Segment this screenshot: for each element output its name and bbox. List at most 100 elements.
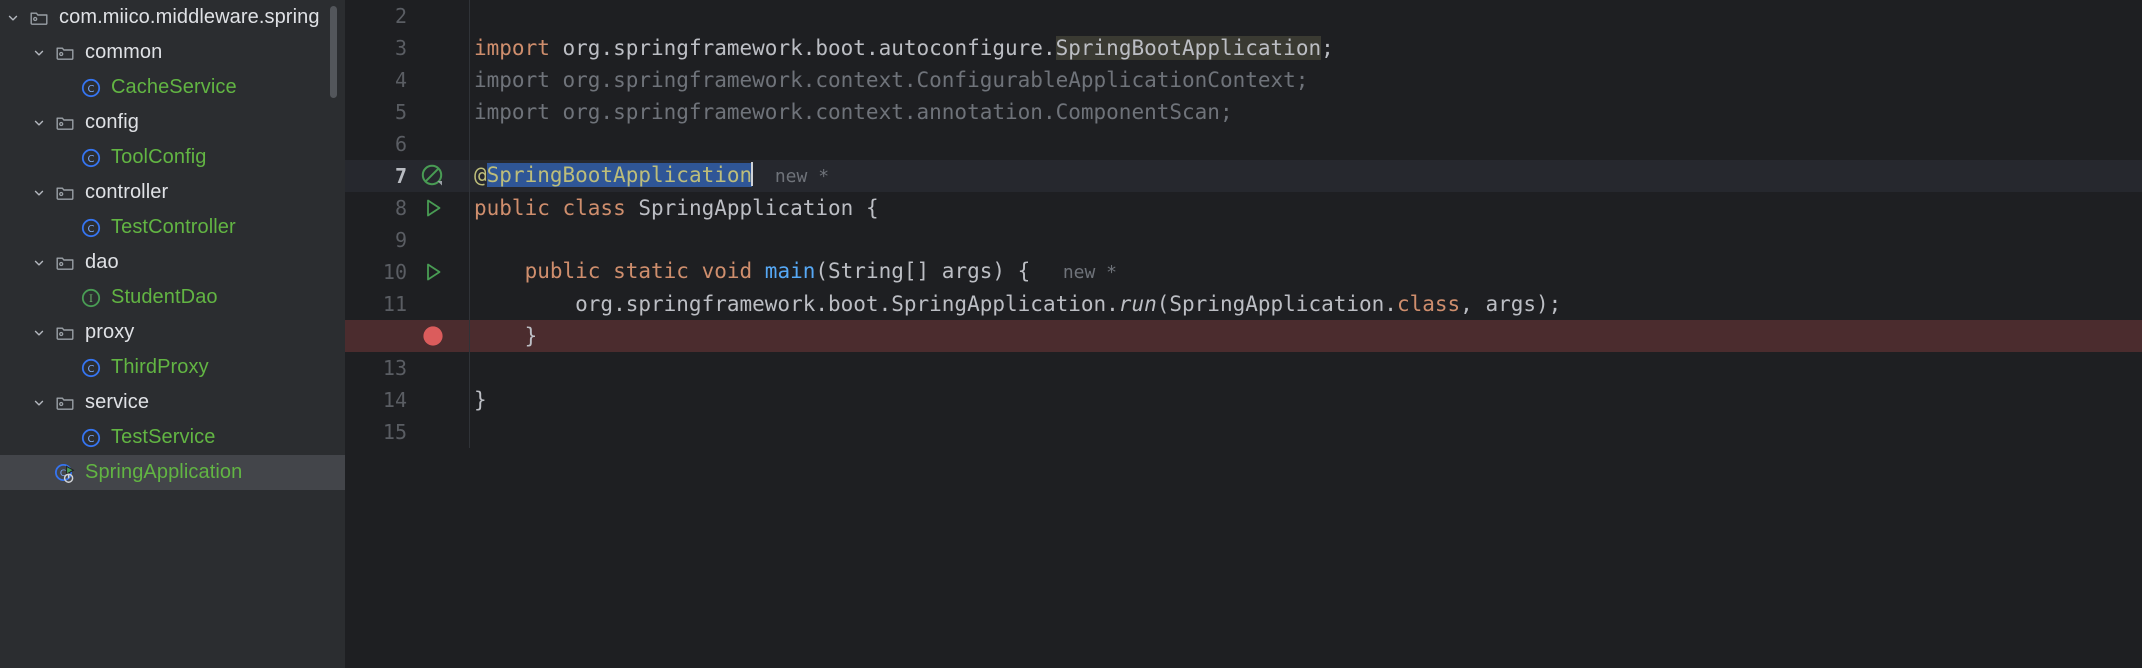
- code-text[interactable]: import org.springframework.context.Confi…: [470, 64, 2142, 96]
- editor-line[interactable]: 8 public class SpringApplication {: [345, 192, 2142, 224]
- editor-gutter[interactable]: 8: [345, 192, 470, 224]
- editor-line[interactable]: 9: [345, 224, 2142, 256]
- code-token: (SpringApplication.: [1156, 292, 1397, 316]
- empty-gutter-icon: [407, 32, 459, 64]
- editor-gutter[interactable]: 6: [345, 128, 470, 160]
- code-token: public static void: [474, 259, 765, 283]
- tree-item-common[interactable]: common: [0, 35, 345, 70]
- editor-gutter[interactable]: 10: [345, 256, 470, 288]
- chevron-down-icon[interactable]: [26, 256, 52, 270]
- java-class-icon: C: [78, 77, 104, 99]
- tree-item-config[interactable]: config: [0, 105, 345, 140]
- chevron-down-icon[interactable]: [0, 11, 26, 25]
- empty-gutter-icon: [407, 288, 459, 320]
- line-number: 10: [382, 260, 407, 284]
- code-text[interactable]: @SpringBootApplication new *: [470, 159, 2142, 193]
- sidebar-vertical-scrollbar[interactable]: [330, 6, 337, 98]
- code-token: (String[] args) {: [815, 259, 1031, 283]
- gutter-separator: [469, 0, 470, 32]
- chevron-down-icon[interactable]: [26, 46, 52, 60]
- chevron-down-icon[interactable]: [26, 116, 52, 130]
- editor-line[interactable]: 10 public static void main(String[] args…: [345, 256, 2142, 288]
- code-token: SpringBootApplication: [1055, 36, 1322, 60]
- editor-line[interactable]: 6: [345, 128, 2142, 160]
- editor-gutter[interactable]: 5: [345, 96, 470, 128]
- code-token: import: [474, 36, 563, 60]
- chevron-down-icon[interactable]: [26, 186, 52, 200]
- editor-line[interactable]: 3 import org.springframework.boot.autocon…: [345, 32, 2142, 64]
- tree-item-thirdproxy[interactable]: C ThirdProxy: [0, 350, 345, 385]
- editor-line[interactable]: }: [345, 320, 2142, 352]
- code-token: run: [1118, 292, 1157, 316]
- tree-item-cacheservice[interactable]: C CacheService: [0, 70, 345, 105]
- chevron-down-icon[interactable]: [26, 326, 52, 340]
- editor-gutter[interactable]: 7: [345, 160, 470, 192]
- code-token: new *: [1030, 262, 1118, 283]
- runnable-class-icon[interactable]: C: [52, 461, 78, 485]
- tree-item-dao[interactable]: dao: [0, 245, 345, 280]
- line-number: 5: [394, 100, 407, 124]
- editor-gutter[interactable]: [345, 320, 470, 352]
- tree-item-testservice[interactable]: C TestService: [0, 420, 345, 455]
- code-token: }: [474, 324, 538, 348]
- code-token: ;: [1321, 36, 1334, 60]
- gutter-separator: [469, 352, 470, 384]
- code-text[interactable]: public static void main(String[] args) {…: [470, 255, 2142, 289]
- code-text[interactable]: import org.springframework.boot.autoconf…: [470, 32, 2142, 64]
- tree-item-com-miico-middleware-spring[interactable]: com.miico.middleware.spring: [0, 0, 345, 35]
- package-folder-icon: [52, 43, 78, 63]
- editor-line[interactable]: 13: [345, 352, 2142, 384]
- run-gutter-icon[interactable]: [407, 256, 459, 288]
- editor-line[interactable]: 5 import org.springframework.context.anno…: [345, 96, 2142, 128]
- tree-item-toolconfig[interactable]: C ToolConfig: [0, 140, 345, 175]
- editor-line[interactable]: 4 import org.springframework.context.Conf…: [345, 64, 2142, 96]
- java-class-icon: C: [78, 217, 104, 239]
- tree-item-label: config: [85, 111, 139, 133]
- spring-bean-gutter-icon[interactable]: [407, 160, 459, 192]
- tree-item-label: com.miico.middleware.spring: [59, 6, 320, 28]
- code-token: main: [764, 259, 816, 283]
- code-token: @: [474, 163, 487, 187]
- tree-item-controller[interactable]: controller: [0, 175, 345, 210]
- code-text[interactable]: }: [470, 384, 2142, 416]
- editor-line[interactable]: 14}: [345, 384, 2142, 416]
- code-text[interactable]: org.springframework.boot.SpringApplicati…: [470, 288, 2142, 320]
- tree-item-label: SpringApplication: [85, 461, 243, 483]
- empty-gutter-icon: [407, 416, 459, 448]
- chevron-down-icon[interactable]: [26, 396, 52, 410]
- tree-item-studentdao[interactable]: I StudentDao: [0, 280, 345, 315]
- editor-gutter[interactable]: 15: [345, 416, 470, 448]
- tree-item-testcontroller[interactable]: C TestController: [0, 210, 345, 245]
- gutter-separator: [469, 224, 470, 256]
- tree-item-springapplication[interactable]: C SpringApplication: [0, 455, 345, 490]
- tree-item-proxy[interactable]: proxy: [0, 315, 345, 350]
- editor-gutter[interactable]: 4: [345, 64, 470, 96]
- editor-line[interactable]: 7 @SpringBootApplication new *: [345, 160, 2142, 192]
- editor-gutter[interactable]: 13: [345, 352, 470, 384]
- editor-lines[interactable]: 2 3 import org.springframework.boot.autoco…: [345, 0, 2142, 448]
- run-gutter-icon[interactable]: [407, 192, 459, 224]
- editor-line[interactable]: 11 org.springframework.boot.SpringApplic…: [345, 288, 2142, 320]
- editor-gutter[interactable]: 2: [345, 0, 470, 32]
- svg-text:C: C: [88, 434, 95, 445]
- empty-gutter-icon: [407, 96, 459, 128]
- code-text[interactable]: import org.springframework.context.annot…: [470, 96, 2142, 128]
- tree-item-label: dao: [85, 251, 119, 273]
- project-tree-panel[interactable]: com.miico.middleware.spring common C CacheS…: [0, 0, 345, 668]
- editor-gutter[interactable]: 3: [345, 32, 470, 64]
- editor-gutter[interactable]: 14: [345, 384, 470, 416]
- code-text[interactable]: }: [470, 320, 2142, 352]
- editor-gutter[interactable]: 9: [345, 224, 470, 256]
- package-folder-icon: [52, 393, 78, 413]
- breakpoint-gutter-icon[interactable]: [407, 320, 459, 352]
- line-number: 6: [394, 132, 407, 156]
- code-editor[interactable]: 2 3 import org.springframework.boot.autoco…: [345, 0, 2142, 668]
- tree-item-service[interactable]: service: [0, 385, 345, 420]
- empty-gutter-icon: [407, 384, 459, 416]
- editor-gutter[interactable]: 11: [345, 288, 470, 320]
- code-text[interactable]: public class SpringApplication {: [470, 192, 2142, 224]
- project-tree[interactable]: com.miico.middleware.spring common C CacheS…: [0, 0, 345, 490]
- java-interface-icon: I: [78, 287, 104, 309]
- editor-line[interactable]: 2: [345, 0, 2142, 32]
- editor-line[interactable]: 15: [345, 416, 2142, 448]
